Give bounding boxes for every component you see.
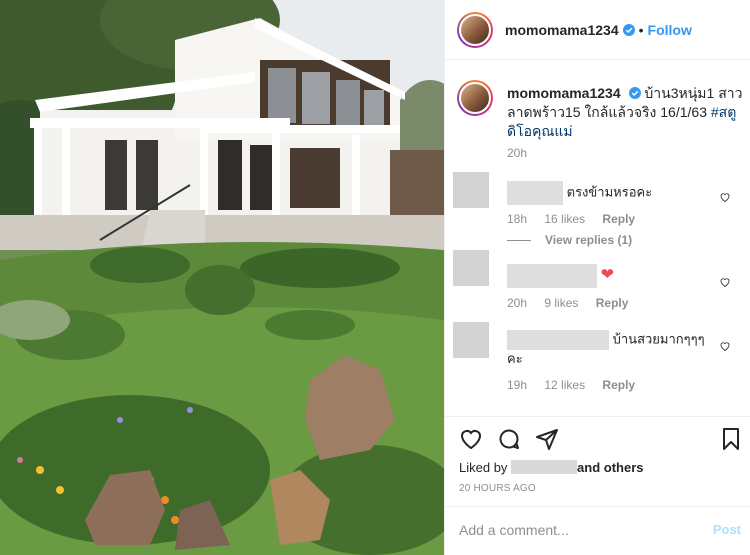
author-username[interactable]: momomama1234 <box>505 22 619 38</box>
liked-by-line: Liked by and others <box>459 460 644 475</box>
comment-meta: 18h 16 likes Reply <box>507 212 649 226</box>
comment-meta: 19h 12 likes Reply <box>507 378 649 392</box>
post-side-panel: momomama1234 • Follow momomama1234 บ้าน3… <box>444 0 750 555</box>
heart-icon[interactable] <box>719 191 731 203</box>
comment-meta: 20h 9 likes Reply <box>507 296 642 310</box>
blurred-liker-name[interactable] <box>511 460 578 474</box>
post-actions-section: Liked by and others 20 HOURS AGO <box>445 416 750 506</box>
blurred-username[interactable] <box>507 264 597 288</box>
comment-likes[interactable]: 12 likes <box>544 378 585 392</box>
comment-body: ตรงข้ามหรอคะ <box>507 181 717 205</box>
heart-icon[interactable] <box>459 427 483 451</box>
verified-badge-icon <box>628 87 641 99</box>
heart-emoji: ❤ <box>600 266 615 284</box>
commenter-avatar[interactable] <box>453 322 489 358</box>
blurred-username[interactable] <box>507 330 609 350</box>
post-comment-button[interactable]: Post <box>713 522 741 537</box>
blurred-username[interactable] <box>507 181 563 205</box>
caption-time[interactable]: 20h <box>507 146 527 160</box>
comment-body: บ้านสวยมากๆๆๆ คะ <box>507 330 717 368</box>
verified-badge-icon <box>622 23 635 36</box>
share-icon[interactable] <box>535 427 559 451</box>
comment-text: ตรงข้ามหรอคะ <box>566 184 653 200</box>
house-garden-image <box>0 0 444 555</box>
add-comment-input[interactable]: Add a comment... <box>459 522 569 538</box>
replies-divider-line <box>507 240 531 242</box>
separator-dot: • <box>638 21 644 38</box>
author-avatar[interactable] <box>457 11 493 48</box>
reply-button[interactable]: Reply <box>602 378 635 392</box>
action-bar <box>459 427 559 451</box>
reply-button[interactable]: Reply <box>602 212 635 226</box>
bookmark-icon[interactable] <box>719 427 743 451</box>
comment-body: ❤ <box>507 264 717 288</box>
post-timestamp[interactable]: 20 HOURS AGO <box>459 483 536 494</box>
view-replies-label: View replies (1) <box>545 233 633 247</box>
heart-icon[interactable] <box>719 340 731 352</box>
commenter-avatar[interactable] <box>453 250 489 286</box>
follow-button[interactable]: Follow <box>648 22 692 38</box>
caption-text: momomama1234 บ้าน3หนุ่ม1 สาว ลาดพร้าว15 … <box>507 84 743 141</box>
post-header: momomama1234 • Follow <box>445 0 750 60</box>
caption-avatar[interactable] <box>457 80 493 116</box>
comment-likes[interactable]: 16 likes <box>544 212 585 226</box>
view-replies-button[interactable]: View replies (1) <box>507 233 632 247</box>
comment-likes[interactable]: 9 likes <box>544 296 578 310</box>
comment-time[interactable]: 18h <box>507 212 527 226</box>
post-photo[interactable] <box>0 0 444 555</box>
reply-button[interactable]: Reply <box>596 296 629 310</box>
commenter-avatar[interactable] <box>453 172 489 208</box>
liked-by-prefix: Liked by <box>459 460 508 475</box>
comment-icon[interactable] <box>497 427 521 451</box>
comment-time[interactable]: 19h <box>507 378 527 392</box>
comment-time[interactable]: 20h <box>507 296 527 310</box>
add-comment-bar: Add a comment... Post <box>445 506 750 555</box>
heart-icon[interactable] <box>719 276 731 288</box>
caption-username[interactable]: momomama1234 <box>507 85 621 101</box>
liked-by-others-link[interactable]: and others <box>577 460 643 475</box>
